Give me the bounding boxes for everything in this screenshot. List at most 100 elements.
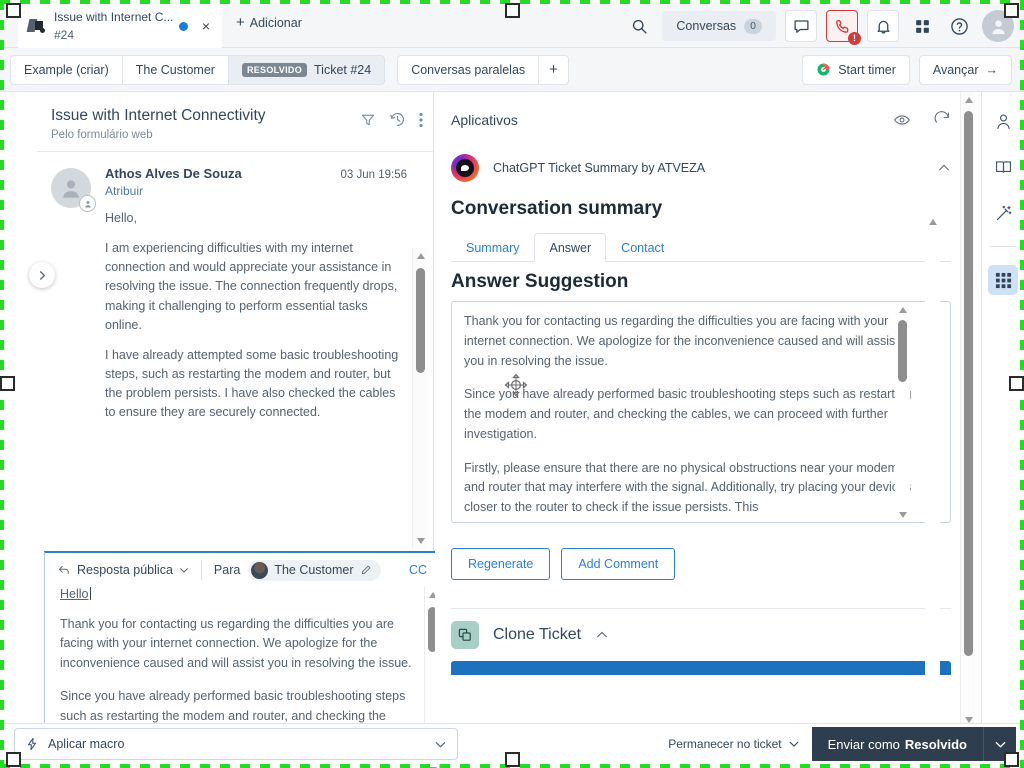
selection-handle-top-left[interactable] (6, 3, 21, 18)
divider (200, 560, 202, 580)
app-tabs: Summary Answer Contact (451, 232, 951, 262)
regenerate-button[interactable]: Regenerate (451, 548, 551, 580)
chatgpt-logo-icon (451, 154, 479, 182)
reply-channel-label: Resposta pública (77, 563, 173, 577)
right-icon-rail (981, 92, 1024, 727)
bell-icon[interactable] (867, 10, 899, 42)
advance-label: Avançar (932, 62, 979, 77)
tab-contact[interactable]: Contact (606, 233, 679, 262)
eye-icon[interactable] (893, 111, 911, 129)
answer-box-scrollbar[interactable] (895, 302, 910, 522)
open-ticket-tab[interactable]: Issue with Internet C... #24 × (18, 4, 222, 48)
selection-handle-bottom-right[interactable] (1004, 752, 1019, 767)
add-tab-label: Adicionar (249, 15, 302, 30)
history-clock-icon[interactable] (389, 111, 406, 128)
add-side-conversation-button[interactable]: + (538, 54, 569, 85)
clone-ticket-button[interactable] (451, 661, 951, 675)
chevron-up-icon[interactable] (595, 628, 609, 642)
apps-grid-icon[interactable] (988, 265, 1018, 295)
crumb-the-customer[interactable]: The Customer (121, 54, 228, 85)
scrollbar-thumb[interactable] (964, 111, 973, 656)
answer-paragraph: Since you have already performed basic t… (464, 387, 912, 441)
crumb-label: The Customer (135, 62, 215, 77)
reply-editor-header: Resposta pública Para The Customer CC (45, 553, 439, 587)
selection-handle-top-right[interactable] (1004, 3, 1019, 18)
scrollbar-thumb[interactable] (416, 268, 425, 373)
advance-button[interactable]: Avançar → (918, 54, 1012, 85)
status-badge: RESOLVIDO (241, 62, 307, 77)
app-card-scrollbar[interactable] (925, 214, 940, 734)
lightning-icon (25, 737, 39, 751)
message-list: Athos Alves De Souza 03 Jun 19:56 Atribu… (37, 152, 433, 437)
chevron-up-icon[interactable] (937, 161, 951, 175)
apps-panel-scrollbar[interactable] (960, 92, 975, 727)
crumb-label: Example (criar) (24, 62, 109, 77)
scrollbar-thumb[interactable] (898, 320, 907, 382)
recipient-chip[interactable]: The Customer (248, 559, 381, 581)
tab-answer[interactable]: Answer (534, 233, 607, 262)
start-timer-label: Start timer (838, 62, 896, 77)
arrow-right-icon: → (985, 62, 999, 77)
page-title: Issue with Internet Connectivity (51, 107, 266, 124)
tab-summary[interactable]: Summary (451, 233, 534, 262)
stay-on-ticket-select[interactable]: Permanecer no ticket (668, 737, 799, 751)
start-timer-button[interactable]: Start timer (802, 54, 910, 85)
selection-handle-middle-right[interactable] (1009, 376, 1024, 391)
more-vertical-icon[interactable] (419, 112, 423, 128)
apps-grid-icon[interactable] (908, 12, 936, 40)
subbar-actions: Start timer Avançar → (802, 54, 1012, 85)
message-list-scrollbar[interactable] (412, 248, 427, 548)
apps-panel: Aplicativos ChatGPT Ticket Summary by AT… (435, 92, 973, 734)
crumb-example-criar[interactable]: Example (criar) (10, 54, 122, 85)
refresh-icon[interactable] (933, 111, 951, 129)
tab-subtitle: #24 (54, 28, 75, 42)
clone-ticket-app-name: Clone Ticket (493, 626, 582, 643)
app-root: Issue with Internet C... #24 × + Adicion… (0, 0, 1024, 768)
knowledge-base-icon[interactable] (988, 152, 1018, 182)
reply-channel-selector[interactable]: Resposta pública (57, 563, 189, 577)
send-status-label: Resolvido (904, 736, 967, 752)
contact-icon[interactable] (988, 106, 1018, 136)
selection-handle-bottom-center[interactable] (505, 752, 520, 767)
conversation-header: Issue with Internet Connectivity Pelo fo… (37, 97, 433, 152)
phone-icon[interactable]: ! (826, 10, 861, 45)
conversations-button[interactable]: Conversas 0 (662, 11, 776, 41)
crumb-conversas-paralelas[interactable]: Conversas paralelas (397, 54, 539, 85)
conversation-source: Pelo formulário web (51, 128, 153, 141)
crumb-ticket-24[interactable]: RESOLVIDO Ticket #24 (227, 54, 386, 85)
main-area: Issue with Internet Connectivity Pelo fo… (0, 92, 1024, 768)
app-logo-icon (26, 16, 46, 36)
side-conversations-group: Conversas paralelas + (397, 54, 569, 85)
message-timestamp: 03 Jun 19:56 (340, 169, 407, 181)
chatgpt-app-row[interactable]: ChatGPT Ticket Summary by ATVEZA (451, 148, 951, 188)
help-circle-icon[interactable] (945, 12, 973, 40)
search-icon[interactable] (625, 12, 653, 40)
phone-alert-badge: ! (848, 32, 861, 45)
magic-wand-icon[interactable] (988, 198, 1018, 228)
send-as-resolved-button[interactable]: Enviar como Resolvido (811, 727, 984, 761)
clone-ticket-app-row[interactable]: Clone Ticket (451, 609, 951, 661)
selection-handle-top-center[interactable] (505, 3, 520, 18)
selection-handle-middle-left[interactable] (0, 376, 15, 391)
assign-link[interactable]: Atribuir (105, 184, 407, 198)
expand-sidebar-button[interactable] (29, 262, 55, 288)
selection-handle-bottom-left[interactable] (6, 752, 21, 767)
apply-macro-select[interactable]: Aplicar macro (14, 728, 458, 760)
conversations-count: 0 (744, 18, 762, 34)
cc-button[interactable]: CC (409, 563, 427, 577)
answer-suggestion-box[interactable]: Thank you for contacting us regarding th… (451, 301, 951, 523)
filter-icon[interactable] (360, 112, 376, 128)
chatgpt-app-name: ChatGPT Ticket Summary by ATVEZA (493, 161, 706, 175)
add-tab-button[interactable]: + Adicionar (236, 14, 302, 31)
close-tab-icon[interactable]: × (198, 18, 214, 34)
send-button-group: Enviar como Resolvido (811, 727, 1016, 761)
unsaved-dot-icon (178, 21, 188, 31)
timer-icon (816, 62, 831, 77)
reply-greeting: Hello (60, 587, 91, 601)
conversations-label: Conversas (676, 19, 737, 33)
apply-macro-label: Aplicar macro (48, 737, 125, 751)
add-comment-button[interactable]: Add Comment (561, 548, 676, 580)
send-prefix-label: Enviar como (827, 736, 900, 752)
chat-bubble-icon[interactable] (785, 10, 817, 42)
message-paragraph: Hello, (105, 211, 137, 225)
